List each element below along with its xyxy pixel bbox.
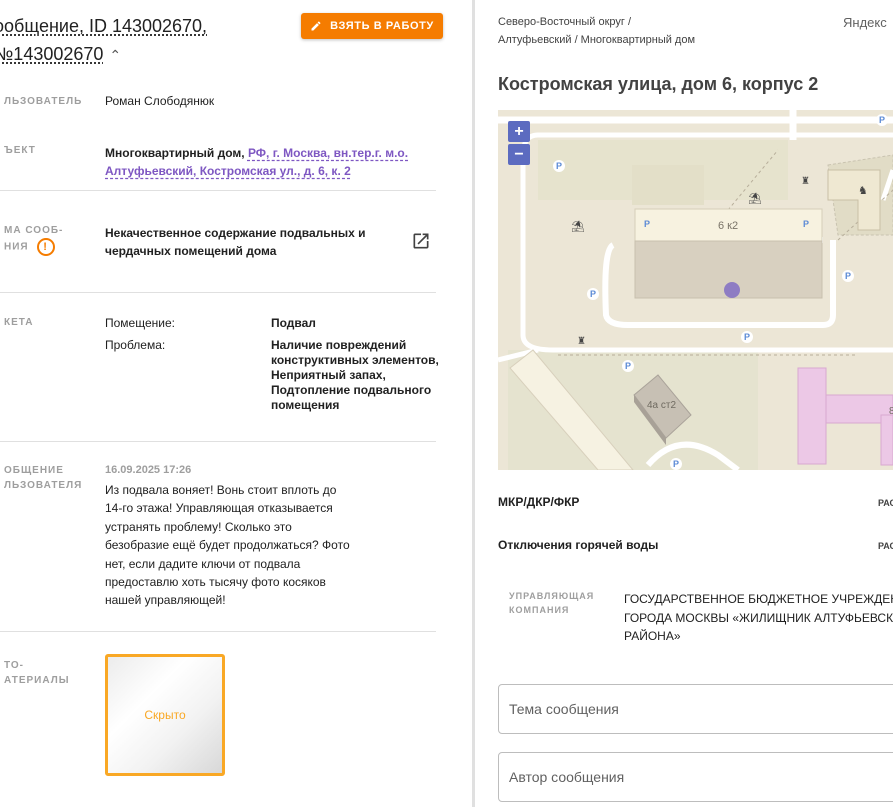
object-type: Многоквартирный дом, xyxy=(105,146,245,160)
svg-text:♜: ♜ xyxy=(577,336,586,347)
svg-text:P: P xyxy=(556,161,562,171)
user-message-label-line-2: ЛЬЗОВАТЕЛЯ xyxy=(4,480,83,491)
message-date: 16.09.2025 17:26 xyxy=(105,464,192,476)
object-value: Многоквартирный дом, РФ, г. Москва, вн.т… xyxy=(105,144,425,180)
photo-label: ТО- АТЕРИАЛЫ xyxy=(4,658,70,688)
map[interactable]: P P P P P P P P P ⛱ ⛱ ♜ ♞ ♜ 6 к2 4а ст2 … xyxy=(498,110,893,470)
management-value: ГОСУДАРСТВЕННОЕ БЮДЖЕТНОЕ УЧРЕЖДЕНИ ГОРО… xyxy=(624,592,893,643)
open-external-icon[interactable] xyxy=(411,231,431,251)
svg-text:♞: ♞ xyxy=(858,184,868,197)
page-title: ообщение, ID 143002670, №143002670 ⌃ xyxy=(0,12,284,69)
divider xyxy=(0,631,436,632)
warning-icon: ! xyxy=(36,238,55,256)
svg-text:P: P xyxy=(744,332,750,342)
yandex-link[interactable]: Яндекс xyxy=(843,15,887,30)
author-input[interactable]: Автор сообщения xyxy=(498,752,893,802)
breadcrumb: Северо-Восточный округ / Алтуфьевский / … xyxy=(498,13,695,49)
svg-text:P: P xyxy=(879,115,885,125)
problem-key: Проблема: xyxy=(105,338,166,352)
user-value: Роман Слободянюк xyxy=(105,94,215,108)
management-label-line-1: УПРАВЛЯЮЩАЯ xyxy=(509,591,595,601)
mkr-row-label: МКР/ДКР/ФКР xyxy=(498,495,580,509)
address-title: Костромская улица, дом 6, корпус 2 xyxy=(498,74,819,94)
pencil-icon xyxy=(311,21,321,31)
topic-input[interactable]: Тема сообщения xyxy=(498,684,893,734)
map-building-label: 6 к2 xyxy=(718,220,738,232)
hot-water-row-value[interactable]: РАС xyxy=(878,541,893,551)
title-line-2: №143002670 xyxy=(0,44,104,64)
photo-label-line-1: ТО- xyxy=(4,660,24,671)
divider xyxy=(0,190,436,191)
hot-water-row-label: Отключения горячей воды xyxy=(498,538,659,552)
svg-text:P: P xyxy=(803,219,809,229)
svg-text:P: P xyxy=(845,271,851,281)
author-input-placeholder: Автор сообщения xyxy=(509,769,625,785)
photo-hidden-label: Скрыто xyxy=(144,708,186,722)
topic-label-line-1: МА СООБ- xyxy=(4,225,64,236)
svg-text:⛱: ⛱ xyxy=(748,192,762,205)
take-to-work-button[interactable]: ВЗЯТЬ В РАБОТУ xyxy=(301,13,443,39)
svg-text:♜: ♜ xyxy=(801,176,810,187)
topic-input-placeholder: Тема сообщения xyxy=(509,701,619,717)
svg-text:P: P xyxy=(673,459,679,469)
user-message-label-line-1: ОБЩЕНИЕ xyxy=(4,465,64,476)
message-panel: ообщение, ID 143002670, №143002670 ⌃ ВЗЯТ… xyxy=(0,0,472,807)
problem-value: Наличие повреждений конструктивных элеме… xyxy=(271,338,439,412)
premises-key: Помещение: xyxy=(105,316,175,330)
user-message-label: ОБЩЕНИЕ ЛЬЗОВАТЕЛЯ xyxy=(4,463,82,493)
photo-thumbnail[interactable]: Скрыто xyxy=(105,654,225,776)
title-line-1: ообщение, ID 143002670, xyxy=(0,16,208,36)
map-building2-label: 4а ст2 xyxy=(647,400,676,411)
map-partial-label: 8 xyxy=(889,406,893,417)
svg-text:P: P xyxy=(590,289,596,299)
map-canvas: P P P P P P P P P ⛱ ⛱ ♜ ♞ ♜ 6 к2 4а ст2 … xyxy=(498,110,893,470)
zoom-out-button[interactable]: − xyxy=(508,144,530,165)
divider xyxy=(0,292,436,293)
zoom-in-button[interactable]: + xyxy=(508,121,530,142)
message-text: Из подвала воняет! Вонь стоит вплоть до … xyxy=(105,483,350,608)
breadcrumb-line-2[interactable]: Алтуфьевский / Многоквартирный дом xyxy=(498,31,695,49)
divider xyxy=(0,441,436,442)
management-label-line-2: КОМПАНИЯ xyxy=(509,605,570,615)
svg-text:⛱: ⛱ xyxy=(571,220,585,233)
management-label: УПРАВЛЯЮЩАЯ КОМПАНИЯ xyxy=(509,589,594,617)
mkr-row-value[interactable]: РАС xyxy=(878,498,893,508)
object-label: ЪЕКТ xyxy=(4,145,36,156)
chevron-up-icon[interactable]: ⌃ xyxy=(109,41,121,69)
premises-value: Подвал xyxy=(271,316,316,330)
panel-divider[interactable] xyxy=(472,0,475,807)
ticket-label: КЕТА xyxy=(4,317,34,328)
svg-text:P: P xyxy=(644,219,650,229)
topic-label: МА СООБ- НИЯ! xyxy=(4,223,63,256)
photo-label-line-2: АТЕРИАЛЫ xyxy=(4,675,70,686)
topic-value: Некачественное содержание подвальных и ч… xyxy=(105,226,366,258)
user-label: ЛЬЗОВАТЕЛЬ xyxy=(4,96,83,107)
svg-text:P: P xyxy=(625,361,631,371)
breadcrumb-line-1[interactable]: Северо-Восточный округ / xyxy=(498,13,695,31)
take-to-work-label: ВЗЯТЬ В РАБОТУ xyxy=(330,20,434,32)
topic-label-line-2: НИЯ xyxy=(4,241,29,253)
